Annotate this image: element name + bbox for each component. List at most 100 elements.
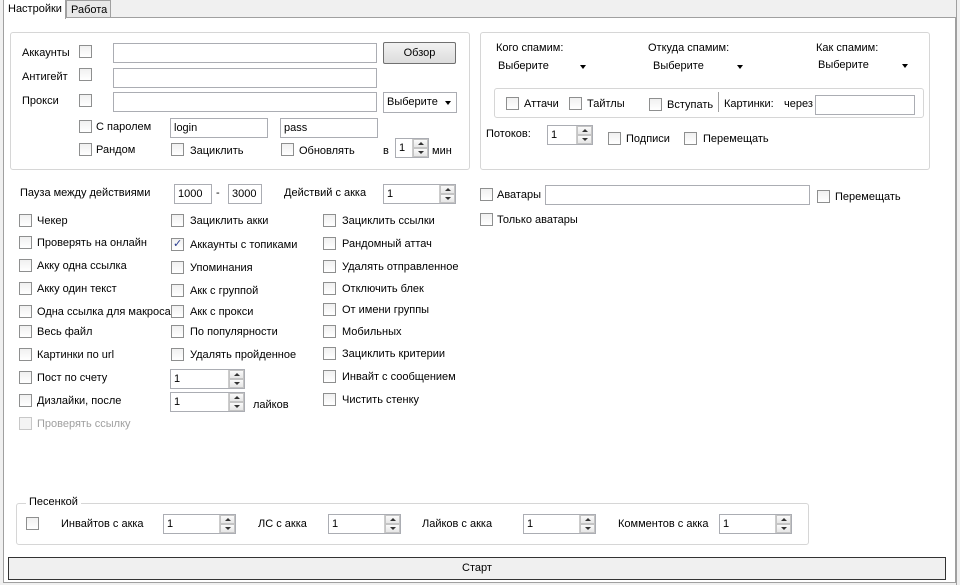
attach-checkbox[interactable] (506, 97, 519, 110)
spin-up-icon[interactable] (580, 515, 595, 524)
pass-input[interactable]: pass (280, 118, 378, 138)
pictures-via-input[interactable] (815, 95, 915, 115)
post-by-count-checkbox[interactable] (19, 371, 32, 384)
pause-to-input[interactable]: 3000 (228, 184, 262, 204)
spin-up-icon[interactable] (577, 126, 592, 135)
spin-up-icon[interactable] (220, 515, 235, 524)
invites-value: 1 (167, 518, 174, 530)
login-input[interactable]: login (170, 118, 268, 138)
update-checkbox[interactable] (281, 143, 294, 156)
delete-passed-checkbox[interactable] (171, 348, 184, 361)
dislikes-spinner[interactable]: 1 (170, 392, 245, 412)
whole-file-checkbox[interactable] (19, 325, 32, 338)
spin-up-icon[interactable] (229, 370, 244, 379)
checker-checkbox[interactable] (19, 214, 32, 227)
spin-down-icon[interactable] (776, 524, 791, 533)
signatures-checkbox[interactable] (608, 132, 621, 145)
loop-criteria-checkbox[interactable] (323, 347, 336, 360)
spin-up-icon[interactable] (413, 139, 428, 148)
update-minutes-spinner[interactable]: 1 (395, 138, 429, 158)
only-avatars-label: Только аватары (497, 214, 578, 226)
invites-spinner[interactable]: 1 (163, 514, 236, 534)
post-by-count-label: Пост по счету (37, 372, 108, 384)
random-checkbox[interactable] (79, 143, 92, 156)
browse-button[interactable]: Обзор (383, 42, 456, 64)
as-group-checkbox[interactable] (323, 303, 336, 316)
check-online-checkbox[interactable] (19, 236, 32, 249)
one-text-per-acc-checkbox[interactable] (19, 282, 32, 295)
ladder-checkbox[interactable] (26, 517, 39, 530)
threads-value: 1 (551, 129, 558, 141)
update-minutes-value: 1 (399, 142, 406, 154)
loop-label: Зациклить (190, 145, 244, 157)
pause-from-input[interactable]: 1000 (174, 184, 212, 204)
spin-up-icon[interactable] (776, 515, 791, 524)
spin-down-icon[interactable] (577, 135, 592, 144)
likes-spinner[interactable]: 1 (523, 514, 596, 534)
acc-with-group-checkbox[interactable] (171, 284, 184, 297)
proxy-dropdown[interactable]: Выберите (383, 92, 457, 113)
check-link-checkbox[interactable] (19, 417, 32, 430)
avatars-input[interactable] (545, 185, 810, 205)
titles-checkbox[interactable] (569, 97, 582, 110)
tab-settings[interactable]: Настройки (3, 0, 66, 19)
acc-with-proxy-checkbox[interactable] (171, 305, 184, 318)
loop-links-checkbox[interactable] (323, 214, 336, 227)
disable-black-checkbox[interactable] (323, 282, 336, 295)
delete-sent-checkbox[interactable] (323, 260, 336, 273)
attach-label: Аттачи (524, 98, 559, 110)
random-attach-checkbox[interactable] (323, 237, 336, 250)
spin-up-icon[interactable] (440, 185, 455, 194)
chevron-down-icon (580, 65, 586, 69)
by-popularity-checkbox[interactable] (171, 325, 184, 338)
join-checkbox[interactable] (649, 98, 662, 111)
spin-up-icon[interactable] (385, 515, 400, 524)
pause-dash: - (216, 187, 220, 199)
ls-spinner[interactable]: 1 (328, 514, 401, 534)
how-dropdown[interactable]: Выберите (814, 55, 914, 76)
whom-dropdown[interactable]: Выберите (494, 56, 592, 77)
one-link-per-acc-checkbox[interactable] (19, 259, 32, 272)
invite-with-message-checkbox[interactable] (323, 370, 336, 383)
accounts-input[interactable] (113, 43, 377, 63)
spin-down-icon[interactable] (580, 524, 595, 533)
chevron-down-icon (445, 101, 451, 105)
loop-accs-checkbox[interactable] (171, 214, 184, 227)
avatars-shuffle-checkbox[interactable] (817, 190, 830, 203)
spin-up-icon[interactable] (229, 393, 244, 402)
threads-spinner[interactable]: 1 (547, 125, 593, 145)
tab-work[interactable]: Работа (66, 0, 111, 18)
spin-down-icon[interactable] (440, 194, 455, 203)
proxy-checkbox[interactable] (79, 94, 92, 107)
mobile-checkbox[interactable] (323, 325, 336, 338)
accounts-checkbox[interactable] (79, 45, 92, 58)
by-popularity-label: По популярности (190, 326, 278, 338)
clean-wall-checkbox[interactable] (323, 393, 336, 406)
one-link-macro-checkbox[interactable] (19, 305, 32, 318)
spin-down-icon[interactable] (229, 402, 244, 411)
where-dropdown[interactable]: Выберите (649, 56, 749, 77)
post-by-count-spinner[interactable]: 1 (170, 369, 245, 389)
start-button[interactable]: Старт (8, 557, 946, 580)
spin-down-icon[interactable] (220, 524, 235, 533)
antigate-checkbox[interactable] (79, 68, 92, 81)
antigate-input[interactable] (113, 68, 377, 88)
mentions-checkbox[interactable] (171, 261, 184, 274)
delete-passed-label: Удалять пройденное (190, 349, 297, 361)
pause-label: Пауза между действиями (20, 187, 151, 199)
dislikes-after-checkbox[interactable] (19, 394, 32, 407)
accs-with-topics-checkbox[interactable] (171, 237, 184, 251)
spin-down-icon[interactable] (229, 379, 244, 388)
shuffle-checkbox[interactable] (684, 132, 697, 145)
pictures-url-checkbox[interactable] (19, 348, 32, 361)
actions-spinner[interactable]: 1 (383, 184, 456, 204)
spin-down-icon[interactable] (385, 524, 400, 533)
spin-down-icon[interactable] (413, 148, 428, 157)
via-label: через (784, 98, 813, 110)
proxy-input[interactable] (113, 92, 377, 112)
only-avatars-checkbox[interactable] (480, 213, 493, 226)
comments-spinner[interactable]: 1 (719, 514, 792, 534)
with-password-checkbox[interactable] (79, 120, 92, 133)
avatars-checkbox[interactable] (480, 188, 493, 201)
loop-checkbox[interactable] (171, 143, 184, 156)
